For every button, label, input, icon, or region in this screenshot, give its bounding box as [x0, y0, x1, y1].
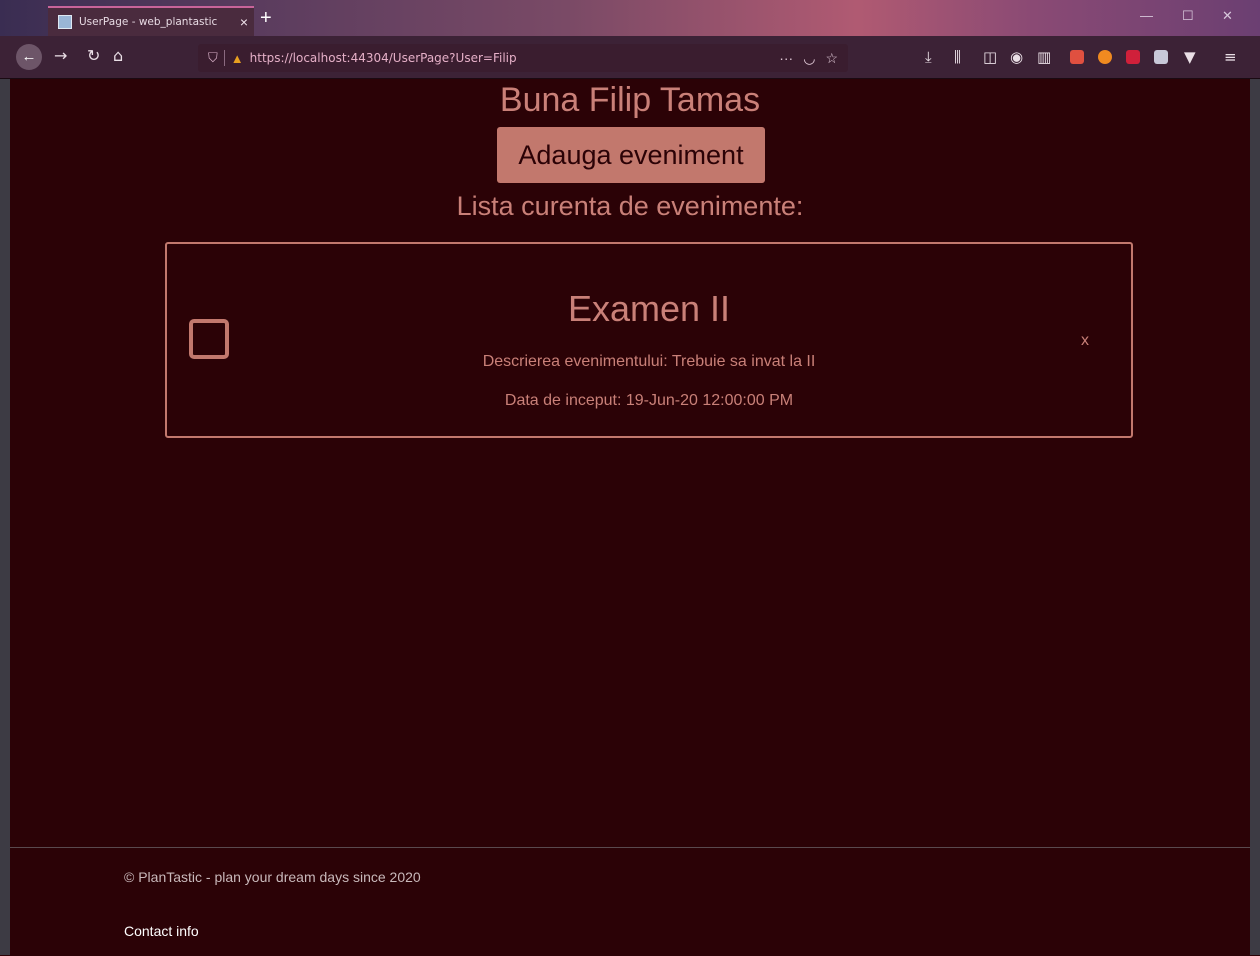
arrow-left-icon: ←	[21, 48, 37, 65]
downloads-icon[interactable]: ⤓	[925, 48, 932, 66]
contact-info-link[interactable]: Contact info	[124, 923, 199, 939]
url-text[interactable]: https://localhost:44304/UserPage?User=Fi…	[250, 51, 780, 65]
add-event-button[interactable]: Adauga eveniment	[497, 127, 765, 183]
address-bar[interactable]: ⛉ ▲ https://localhost:44304/UserPage?Use…	[198, 44, 848, 72]
reload-button[interactable]: ↻	[87, 46, 100, 65]
library-icon[interactable]: ⫼	[954, 48, 961, 66]
page-actions-button[interactable]: ···	[779, 50, 793, 66]
sidebar-icon[interactable]: ◫	[983, 48, 997, 66]
home-icon: ⌂	[113, 46, 124, 65]
extension-arrow-icon[interactable]	[1126, 50, 1140, 64]
delete-event-button[interactable]: x	[1081, 332, 1089, 350]
extension-shield-icon[interactable]	[1070, 50, 1084, 64]
bookmark-star-icon[interactable]: ☆	[825, 50, 838, 67]
footer: © PlanTastic - plan your dream days sinc…	[10, 847, 1250, 956]
page-title: Buna Filip Tamas	[499, 81, 761, 119]
pocket-icon[interactable]: ◡	[803, 50, 815, 67]
event-title: Examen II	[567, 288, 731, 329]
event-list-heading: Lista curenta de evenimente:	[456, 191, 804, 221]
page-favicon-icon	[58, 15, 72, 29]
menu-icon[interactable]: ≡	[1224, 48, 1237, 66]
event-card: Examen II Descrierea evenimentului: Treb…	[165, 242, 1133, 438]
account-icon[interactable]: ◉	[1010, 48, 1023, 66]
window-close-button[interactable]: ✕	[1222, 8, 1233, 24]
page-content: Buna Filip Tamas Adauga eveniment Lista …	[10, 79, 1250, 955]
new-tab-button[interactable]: +	[260, 7, 272, 30]
extension-translate-icon[interactable]	[1154, 50, 1168, 64]
extension-v-icon[interactable]: ▼	[1184, 48, 1196, 66]
tab-close-icon[interactable]: ×	[234, 14, 254, 30]
event-start-date: Data de inceput: 19-Jun-20 12:00:00 PM	[504, 392, 794, 409]
event-description: Descrierea evenimentului: Trebuie sa inv…	[482, 353, 816, 370]
extension-circle-icon[interactable]	[1098, 50, 1112, 64]
home-button[interactable]: ⌂	[113, 46, 123, 65]
reload-icon: ↻	[87, 46, 101, 65]
footer-copyright: © PlanTastic - plan your dream days sinc…	[124, 869, 421, 885]
tab-title: UserPage - web_plantastic	[79, 16, 218, 28]
tracking-shield-icon[interactable]: ⛉	[208, 50, 218, 66]
window-frame-right	[1250, 79, 1260, 955]
browser-tab-active[interactable]: UserPage - web_plantastic ×	[48, 6, 254, 36]
forward-button[interactable]: →	[54, 46, 67, 65]
window-maximize-button[interactable]: ☐	[1182, 8, 1194, 24]
extension-grid-icon[interactable]: ▥	[1037, 48, 1051, 66]
insecure-lock-icon[interactable]: ▲	[231, 51, 244, 66]
browser-titlebar: UserPage - web_plantastic × + — ☐ ✕	[0, 0, 1260, 36]
back-button[interactable]: ←	[16, 44, 42, 70]
window-frame-left	[0, 79, 10, 955]
window-minimize-button[interactable]: —	[1140, 8, 1153, 23]
url-separator	[223, 50, 225, 66]
